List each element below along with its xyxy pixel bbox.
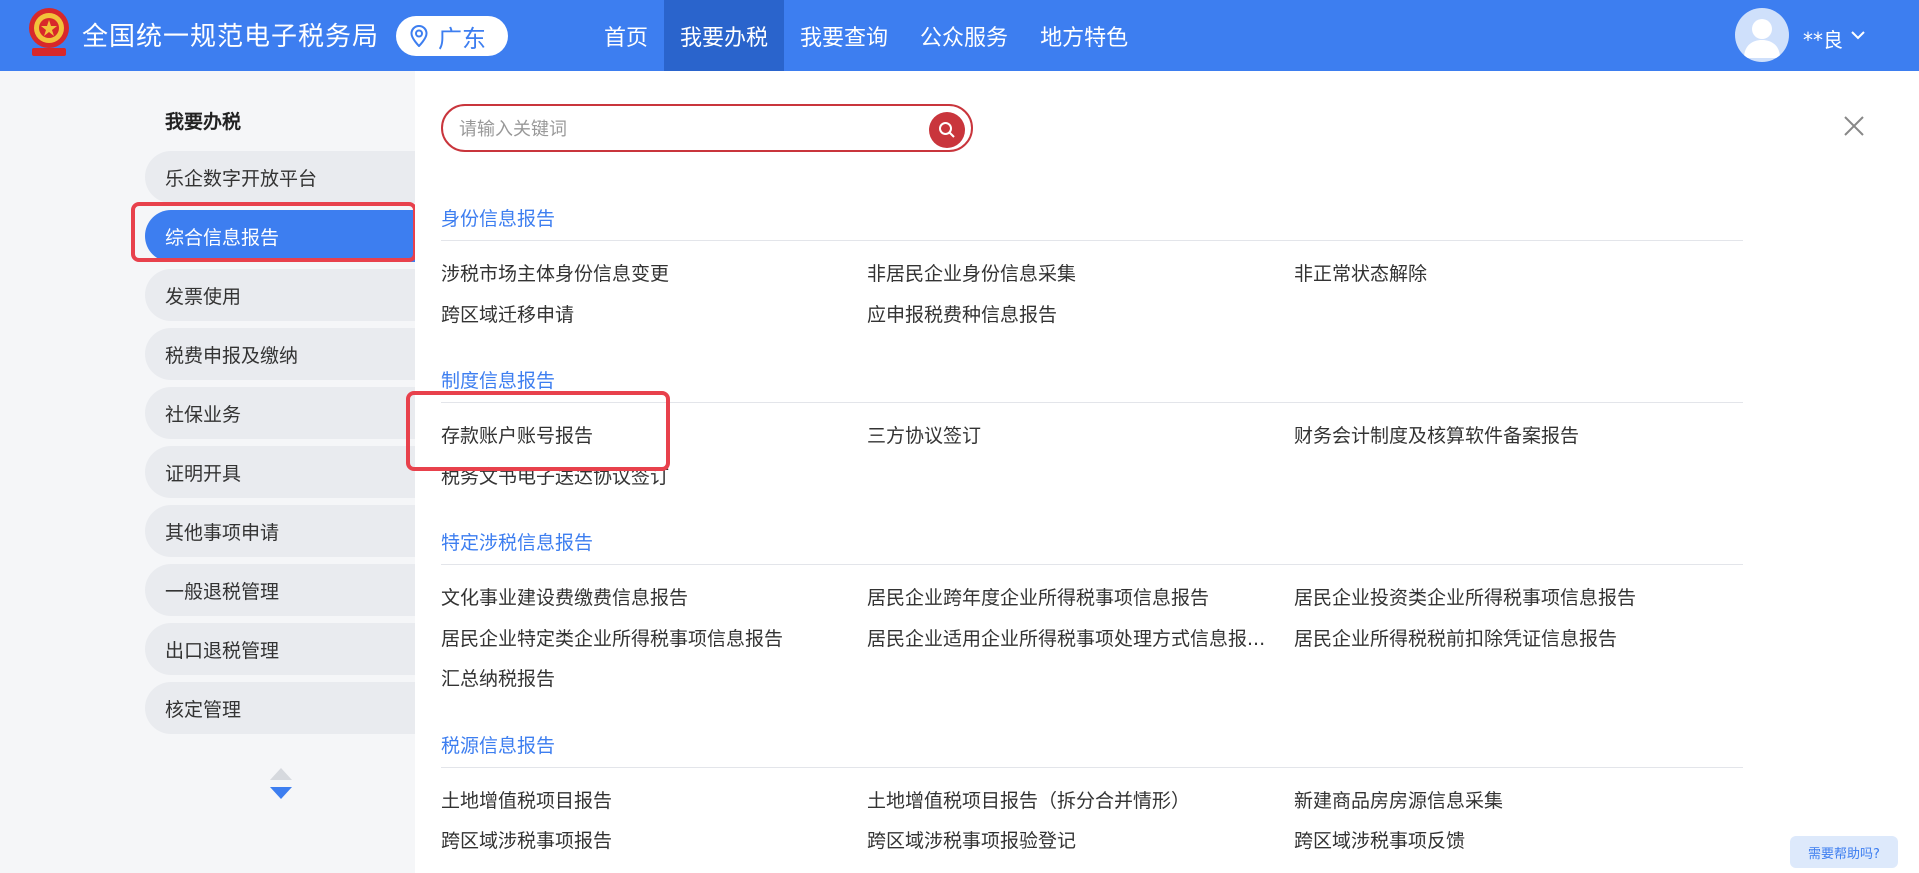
link-cross-region-feedback[interactable]: 跨区域涉税事项反馈 [1294, 826, 1465, 853]
link-abnormal-release[interactable]: 非正常状态解除 [1294, 259, 1427, 286]
section-divider [441, 402, 1743, 403]
user-icon [1744, 19, 1780, 58]
chevron-down-icon[interactable] [1851, 30, 1865, 40]
link-deposit-account-report[interactable]: 存款账户账号报告 [441, 421, 593, 448]
region-label: 广东 [438, 24, 486, 53]
link-specific-cit[interactable]: 居民企业特定类企业所得税事项信息报告 [441, 624, 783, 651]
location-pin-icon [410, 25, 428, 47]
link-cross-region-report[interactable]: 跨区域涉税事项报告 [441, 826, 612, 853]
close-icon[interactable] [1843, 115, 1865, 137]
section-divider [441, 240, 1743, 241]
nav-local-features[interactable]: 地方特色 [1024, 0, 1144, 71]
link-identity-change[interactable]: 涉税市场主体身份信息变更 [441, 259, 669, 286]
section-title-tax-source: 税源信息报告 [441, 735, 556, 757]
sidebar-item-invoice[interactable]: 发票使用 [145, 269, 415, 321]
main-nav: 首页 我要办税 我要查询 公众服务 地方特色 [588, 0, 1144, 71]
link-investment-cit[interactable]: 居民企业投资类企业所得税事项信息报告 [1294, 583, 1636, 610]
link-consolidated-tax[interactable]: 汇总纳税报告 [441, 664, 555, 691]
site-title[interactable]: 全国统一规范电子税务局 [82, 16, 379, 53]
sidebar-item-tax-declaration[interactable]: 税费申报及缴纳 [145, 328, 415, 380]
sidebar-item-comprehensive-report[interactable]: 综合信息报告 [145, 210, 415, 262]
link-land-vat-split[interactable]: 土地增值税项目报告（拆分合并情形） [867, 786, 1190, 813]
link-cit-method[interactable]: 居民企业适用企业所得税事项处理方式信息报... [867, 624, 1265, 651]
help-button[interactable]: 需要帮助吗? [1790, 836, 1898, 868]
sidebar-item-leqi-platform[interactable]: 乐企数字开放平台 [145, 151, 415, 203]
link-tax-type-report[interactable]: 应申报税费种信息报告 [867, 300, 1057, 327]
section-divider [441, 564, 1743, 565]
link-culture-fee-report[interactable]: 文化事业建设费缴费信息报告 [441, 583, 688, 610]
user-avatar[interactable] [1735, 8, 1789, 62]
link-cross-region-inspection[interactable]: 跨区域涉税事项报验登记 [867, 826, 1076, 853]
sidebar-item-social-insurance[interactable]: 社保业务 [145, 387, 415, 439]
nav-home[interactable]: 首页 [588, 0, 664, 71]
user-name[interactable]: **良 [1803, 24, 1843, 53]
nav-tax-handling[interactable]: 我要办税 [664, 0, 785, 71]
sidebar-item-assessment[interactable]: 核定管理 [145, 682, 415, 734]
national-emblem-icon[interactable] [26, 6, 72, 60]
section-divider [441, 767, 1743, 768]
link-tripartite-agreement[interactable]: 三方协议签订 [867, 421, 981, 448]
section-title-specific: 特定涉税信息报告 [441, 532, 594, 554]
search-icon [939, 122, 955, 138]
scroll-down-icon[interactable] [269, 786, 293, 800]
link-land-vat-project[interactable]: 土地增值税项目报告 [441, 786, 612, 813]
link-new-housing-info[interactable]: 新建商品房房源信息采集 [1294, 786, 1503, 813]
link-e-delivery-agreement[interactable]: 税务文书电子送达协议签订 [441, 462, 669, 489]
region-selector[interactable]: 广东 [396, 16, 508, 56]
sidebar-item-export-refund[interactable]: 出口退税管理 [145, 623, 415, 675]
link-nonresident-identity[interactable]: 非居民企业身份信息采集 [867, 259, 1076, 286]
search-box [441, 104, 973, 152]
nav-query[interactable]: 我要查询 [784, 0, 904, 71]
link-cross-region-migration[interactable]: 跨区域迁移申请 [441, 300, 574, 327]
scroll-up-icon[interactable] [269, 767, 293, 781]
section-title-system: 制度信息报告 [441, 370, 556, 392]
nav-public-service[interactable]: 公众服务 [904, 0, 1024, 71]
link-accounting-system-filing[interactable]: 财务会计制度及核算软件备案报告 [1294, 421, 1579, 448]
top-header: 全国统一规范电子税务局 广东 首页 我要办税 我要查询 公众服务 地方特色 **… [0, 0, 1919, 71]
sidebar-item-general-refund[interactable]: 一般退税管理 [145, 564, 415, 616]
sidebar-item-other-application[interactable]: 其他事项申请 [145, 505, 415, 557]
search-button[interactable] [929, 112, 965, 148]
section-title-identity: 身份信息报告 [441, 208, 556, 230]
sidebar-item-certificate[interactable]: 证明开具 [145, 446, 415, 498]
search-input[interactable] [459, 116, 899, 142]
link-cross-year-cit[interactable]: 居民企业跨年度企业所得税事项信息报告 [867, 583, 1209, 610]
link-cit-deduction[interactable]: 居民企业所得税税前扣除凭证信息报告 [1294, 624, 1617, 651]
sidebar-heading: 我要办税 [165, 111, 242, 133]
